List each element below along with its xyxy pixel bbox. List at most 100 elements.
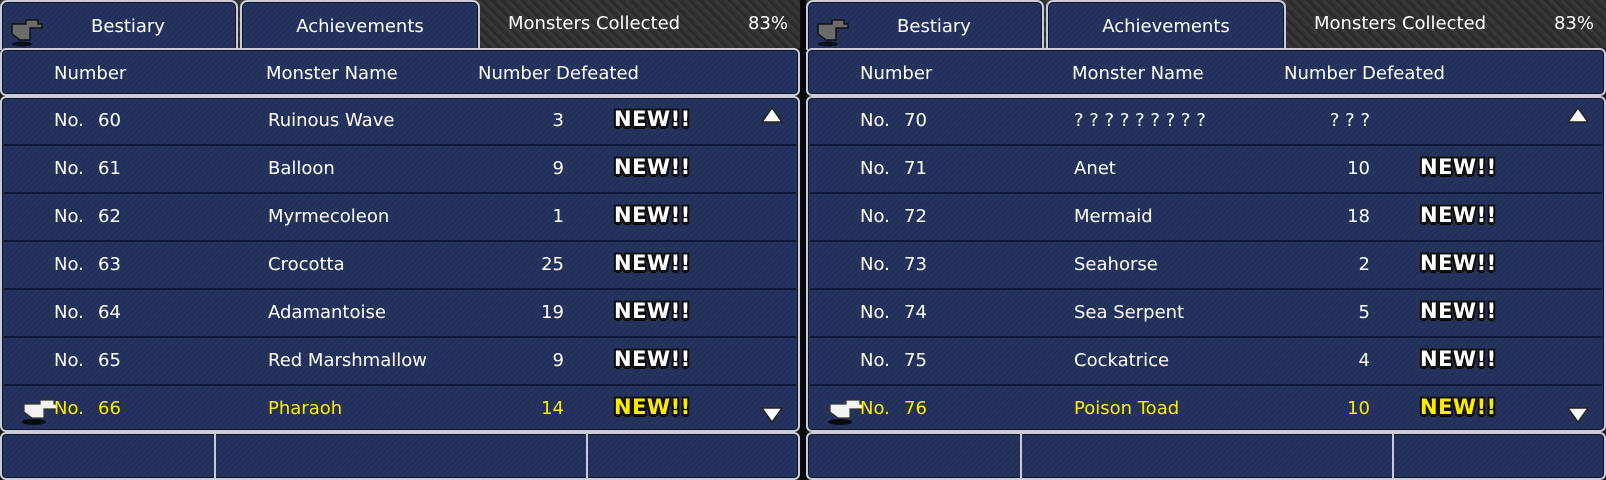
monster-number-prefix: No. bbox=[54, 158, 84, 179]
monster-name: Pharaoh bbox=[268, 398, 343, 419]
monster-defeated: 9 bbox=[552, 158, 564, 179]
monster-number-prefix: No. bbox=[54, 302, 84, 323]
tab-label: Bestiary bbox=[897, 15, 971, 37]
triangle-down-icon[interactable] bbox=[1566, 404, 1590, 426]
list-item[interactable]: No. 64 Adamantoise 19 NEW!! bbox=[4, 290, 796, 338]
footer-divider bbox=[214, 434, 216, 478]
monsters-collected-label: Monsters Collected bbox=[508, 13, 681, 34]
monster-number-prefix: No. bbox=[54, 254, 84, 275]
header-number: Number bbox=[54, 63, 127, 84]
monster-name: Sea Serpent bbox=[1074, 302, 1185, 323]
monster-list: No. 70 ? ? ? ? ? ? ? ? ? ? ? ? No. 71 An… bbox=[806, 96, 1606, 434]
new-badge: NEW!! bbox=[614, 299, 691, 323]
triangle-up-icon[interactable] bbox=[1566, 104, 1590, 126]
collected-percent: 83% bbox=[1553, 13, 1594, 34]
monster-number: 63 bbox=[98, 254, 121, 275]
monster-name: Red Marshmallow bbox=[268, 350, 427, 371]
monsters-collected-label: Monsters Collected bbox=[1314, 13, 1487, 34]
monster-defeated: 9 bbox=[552, 350, 564, 371]
monster-number-prefix: No. bbox=[860, 302, 890, 323]
list-item-selected[interactable]: No. 66 Pharaoh 14 NEW!! bbox=[4, 386, 796, 434]
monster-number: 65 bbox=[98, 350, 121, 371]
monster-defeated: 1 bbox=[552, 206, 564, 227]
monster-name: Balloon bbox=[268, 158, 335, 179]
monster-name: Adamantoise bbox=[268, 302, 386, 323]
monster-number: 64 bbox=[98, 302, 121, 323]
monster-number: 71 bbox=[904, 158, 927, 179]
tab-bestiary[interactable]: Bestiary bbox=[0, 0, 238, 50]
header-monster-name: Monster Name bbox=[1072, 63, 1204, 84]
list-item[interactable]: No. 70 ? ? ? ? ? ? ? ? ? ? ? ? bbox=[810, 98, 1602, 146]
monster-name: Crocotta bbox=[268, 254, 345, 275]
new-badge: NEW!! bbox=[614, 155, 691, 179]
collected-percent: 83% bbox=[747, 13, 788, 34]
list-item[interactable]: No. 71 Anet 10 NEW!! bbox=[810, 146, 1602, 194]
monster-number: 73 bbox=[904, 254, 927, 275]
tab-label: Achievements bbox=[296, 15, 424, 37]
new-badge: NEW!! bbox=[614, 251, 691, 275]
list-item[interactable]: No. 61 Balloon 9 NEW!! bbox=[4, 146, 796, 194]
new-badge: NEW!! bbox=[1420, 299, 1497, 323]
tab-achievements[interactable]: Achievements bbox=[240, 0, 480, 50]
tab-achievements[interactable]: Achievements bbox=[1046, 0, 1286, 50]
new-badge: NEW!! bbox=[1420, 395, 1497, 419]
new-badge: NEW!! bbox=[614, 395, 691, 419]
monster-name: Cockatrice bbox=[1074, 350, 1170, 371]
monster-defeated: 14 bbox=[541, 398, 564, 419]
new-badge: NEW!! bbox=[1420, 203, 1497, 227]
description-footer bbox=[806, 432, 1606, 480]
monster-number: 66 bbox=[98, 398, 121, 419]
new-badge: NEW!! bbox=[614, 347, 691, 371]
monster-number-prefix: No. bbox=[54, 110, 84, 131]
column-header: Number Monster Name Number Defeated bbox=[0, 48, 800, 96]
monster-number-prefix: No. bbox=[54, 398, 84, 419]
list-item[interactable]: No. 65 Red Marshmallow 9 NEW!! bbox=[4, 338, 796, 386]
monster-number: 60 bbox=[98, 110, 121, 131]
pointing-hand-icon bbox=[11, 19, 43, 47]
list-item[interactable]: No. 73 Seahorse 2 NEW!! bbox=[810, 242, 1602, 290]
description-footer bbox=[0, 432, 800, 480]
monster-defeated: 5 bbox=[1358, 302, 1370, 323]
bestiary-screen-right: Bestiary Achievements Monsters Collected… bbox=[806, 0, 1606, 480]
monster-number: 72 bbox=[904, 206, 927, 227]
footer-divider bbox=[1020, 434, 1022, 478]
pointing-hand-icon bbox=[817, 19, 849, 47]
monster-defeated: 25 bbox=[541, 254, 564, 275]
new-badge: NEW!! bbox=[1420, 155, 1497, 179]
list-item-selected[interactable]: No. 76 Poison Toad 10 NEW!! bbox=[810, 386, 1602, 434]
monster-defeated: 10 bbox=[1347, 398, 1370, 419]
triangle-down-icon[interactable] bbox=[760, 404, 784, 426]
tab-label: Bestiary bbox=[91, 15, 165, 37]
header-monster-name: Monster Name bbox=[266, 63, 398, 84]
monster-defeated: 2 bbox=[1358, 254, 1370, 275]
monster-number: 75 bbox=[904, 350, 927, 371]
monster-defeated: 10 bbox=[1347, 158, 1370, 179]
monster-name: Mermaid bbox=[1074, 206, 1153, 227]
tab-bestiary[interactable]: Bestiary bbox=[806, 0, 1044, 50]
monster-list: No. 60 Ruinous Wave 3 NEW!! No. 61 Ballo… bbox=[0, 96, 800, 434]
monster-name: Seahorse bbox=[1074, 254, 1158, 275]
header-number-defeated: Number Defeated bbox=[1284, 63, 1445, 84]
list-item[interactable]: No. 60 Ruinous Wave 3 NEW!! bbox=[4, 98, 796, 146]
header-number-defeated: Number Defeated bbox=[478, 63, 639, 84]
tab-label: Achievements bbox=[1102, 15, 1230, 37]
list-item[interactable]: No. 75 Cockatrice 4 NEW!! bbox=[810, 338, 1602, 386]
monster-name: ? ? ? ? ? ? ? ? ? bbox=[1074, 110, 1206, 131]
monster-number-prefix: No. bbox=[860, 350, 890, 371]
header-number: Number bbox=[860, 63, 933, 84]
list-item[interactable]: No. 63 Crocotta 25 NEW!! bbox=[4, 242, 796, 290]
monster-number: 62 bbox=[98, 206, 121, 227]
list-item[interactable]: No. 74 Sea Serpent 5 NEW!! bbox=[810, 290, 1602, 338]
footer-divider bbox=[586, 434, 588, 478]
monster-number: 61 bbox=[98, 158, 121, 179]
new-badge: NEW!! bbox=[614, 203, 691, 227]
monster-number-prefix: No. bbox=[54, 350, 84, 371]
monster-number-prefix: No. bbox=[54, 206, 84, 227]
monster-defeated: ? ? ? bbox=[1329, 110, 1370, 131]
footer-divider bbox=[1392, 434, 1394, 478]
triangle-up-icon[interactable] bbox=[760, 104, 784, 126]
list-item[interactable]: No. 72 Mermaid 18 NEW!! bbox=[810, 194, 1602, 242]
monster-number-prefix: No. bbox=[860, 110, 890, 131]
list-item[interactable]: No. 62 Myrmecoleon 1 NEW!! bbox=[4, 194, 796, 242]
monster-defeated: 4 bbox=[1358, 350, 1370, 371]
